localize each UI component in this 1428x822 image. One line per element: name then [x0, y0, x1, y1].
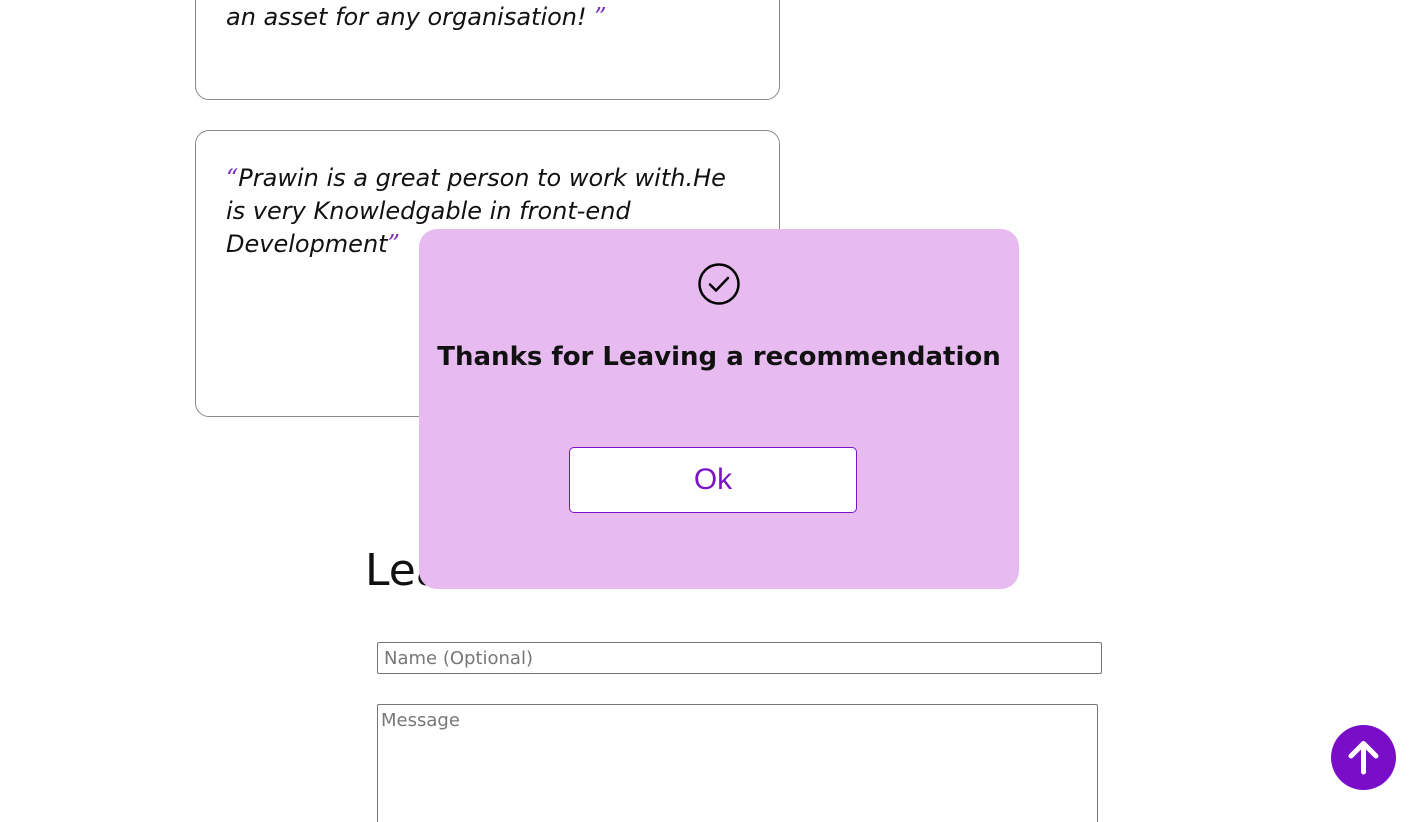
scroll-to-top-button[interactable]	[1331, 725, 1396, 790]
recommendation-body: an asset for any organisation!	[226, 3, 595, 31]
message-input[interactable]	[377, 704, 1098, 822]
open-quote-mark: “	[226, 164, 239, 192]
check-circle-icon	[697, 262, 741, 306]
ok-button[interactable]: Ok	[569, 447, 857, 513]
recommendation-card: an asset for any organisation! ”	[195, 0, 780, 100]
confirmation-modal: Thanks for Leaving a recommendation Ok	[419, 229, 1019, 589]
modal-message: Thanks for Leaving a recommendation	[437, 342, 1001, 372]
close-quote-mark: ”	[387, 230, 400, 258]
arrow-up-icon	[1348, 741, 1379, 775]
name-input[interactable]	[377, 642, 1102, 674]
close-quote-mark: ”	[594, 3, 607, 31]
recommendation-text: an asset for any organisation! ”	[226, 1, 749, 34]
